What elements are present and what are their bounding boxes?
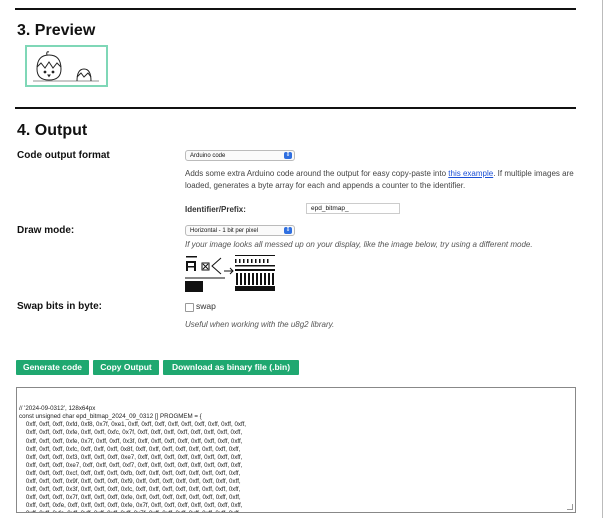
code-output-textarea[interactable]: // '2024-09-0312', 128x64px const unsign… xyxy=(16,387,576,513)
output-heading: 4. Output xyxy=(17,122,88,139)
swap-label: Swap bits in byte: xyxy=(17,301,103,312)
code-format-description: Adds some extra Arduino code around the … xyxy=(185,168,580,192)
draw-mode-label: Draw mode: xyxy=(17,225,75,236)
code-format-label: Code output format xyxy=(17,150,110,161)
download-bin-button[interactable]: Download as binary file (.bin) xyxy=(163,360,299,375)
preview-heading: 3. Preview xyxy=(17,22,96,39)
example-link[interactable]: this example xyxy=(448,169,493,178)
description-text: Adds some extra Arduino code around the … xyxy=(185,169,449,178)
code-format-selected: Arduino code xyxy=(190,153,226,159)
identifier-value: epd_bitmap_ xyxy=(311,205,349,212)
draw-mode-selected: Horizontal - 1 bit per pixel xyxy=(190,228,259,234)
identifier-label: Identifier/Prefix: xyxy=(185,205,246,214)
swap-checkbox[interactable] xyxy=(185,303,194,312)
code-output-text: // '2024-09-0312', 128x64px const unsign… xyxy=(19,405,247,512)
section-divider xyxy=(15,107,576,109)
swap-hint: Useful when working with the u8g2 librar… xyxy=(185,320,335,329)
identifier-input[interactable]: epd_bitmap_ xyxy=(306,203,400,214)
preview-image xyxy=(25,45,108,87)
chevron-updown-icon: ⇕ xyxy=(284,227,292,234)
chevron-updown-icon: ⇕ xyxy=(284,152,292,159)
generate-code-button[interactable]: Generate code xyxy=(16,360,89,375)
swap-checkbox-label: swap xyxy=(196,301,216,311)
section-divider xyxy=(15,8,576,10)
code-format-select[interactable]: Arduino code ⇕ xyxy=(185,150,295,161)
draw-mode-select[interactable]: Horizontal - 1 bit per pixel ⇕ xyxy=(185,225,295,236)
draw-mode-hint: If your image looks all messed up on you… xyxy=(185,240,533,249)
copy-output-button[interactable]: Copy Output xyxy=(93,360,159,375)
draw-mode-example-image xyxy=(185,253,295,293)
resize-handle-icon[interactable] xyxy=(567,504,573,510)
garbled-display-icon xyxy=(185,255,275,292)
chick-drawing-icon xyxy=(33,51,99,82)
